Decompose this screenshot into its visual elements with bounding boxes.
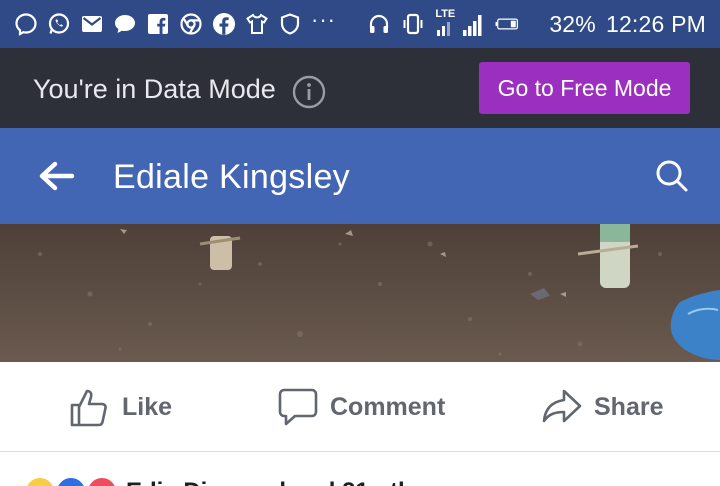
- like-label: Like: [122, 392, 173, 421]
- chrome-icon: [179, 12, 203, 36]
- system-status: LTE 32% 12:26 PM: [367, 8, 706, 39]
- shirt-icon: [245, 12, 269, 36]
- post-photo[interactable]: [0, 224, 720, 362]
- page-title: Ediale Kingsley: [113, 158, 350, 196]
- notification-icons: ···: [14, 7, 336, 38]
- app-bar: Ediale Kingsley: [0, 128, 720, 224]
- love-reaction-icon: [86, 476, 118, 486]
- gmail-icon: [80, 12, 104, 36]
- vibrate-icon: [401, 12, 425, 36]
- facebook-square-icon: [146, 12, 170, 36]
- like-button[interactable]: Like: [68, 386, 172, 428]
- info-icon[interactable]: [292, 75, 326, 109]
- chat-icon: [113, 12, 137, 36]
- comment-button[interactable]: Comment: [276, 386, 445, 428]
- battery-icon: [495, 12, 539, 36]
- share-label: Share: [594, 392, 664, 421]
- comment-label: Comment: [330, 392, 446, 421]
- post-actions-bar: Like Comment Share: [0, 362, 720, 452]
- whatsapp-icon: [47, 12, 71, 36]
- data-mode-text: You're in Data Mode: [33, 74, 276, 104]
- reactions-summary[interactable]: Edia Diamond and 21 others: [0, 452, 720, 486]
- back-arrow-icon[interactable]: [36, 158, 76, 194]
- search-icon[interactable]: [652, 156, 692, 196]
- like-reaction-icon: [55, 476, 87, 486]
- status-bar: ··· LTE 32% 12:26 PM: [0, 0, 720, 48]
- status-time: 12:26 PM: [605, 11, 706, 37]
- share-arrow-icon: [542, 389, 582, 423]
- comment-bubble-icon: [278, 388, 318, 426]
- facebook-icon: [212, 12, 236, 36]
- battery-percentage: 32%: [549, 11, 596, 37]
- lte-signal-indicator: LTE: [435, 8, 485, 38]
- messenger-icon: [14, 12, 38, 36]
- share-button[interactable]: Share: [540, 386, 663, 428]
- haha-reaction-icon: [24, 476, 56, 486]
- headset-icon: [367, 12, 391, 36]
- shield-icon: [278, 12, 302, 36]
- reactions-text: Edia Diamond and 21 others: [126, 478, 449, 486]
- more-notifications-indicator: ···: [311, 7, 336, 32]
- go-to-free-mode-button[interactable]: Go to Free Mode: [479, 62, 690, 114]
- data-mode-banner: You're in Data Mode Go to Free Mode: [0, 48, 720, 128]
- thumbs-up-icon: [70, 389, 107, 427]
- signal-bars-icon: [437, 15, 482, 36]
